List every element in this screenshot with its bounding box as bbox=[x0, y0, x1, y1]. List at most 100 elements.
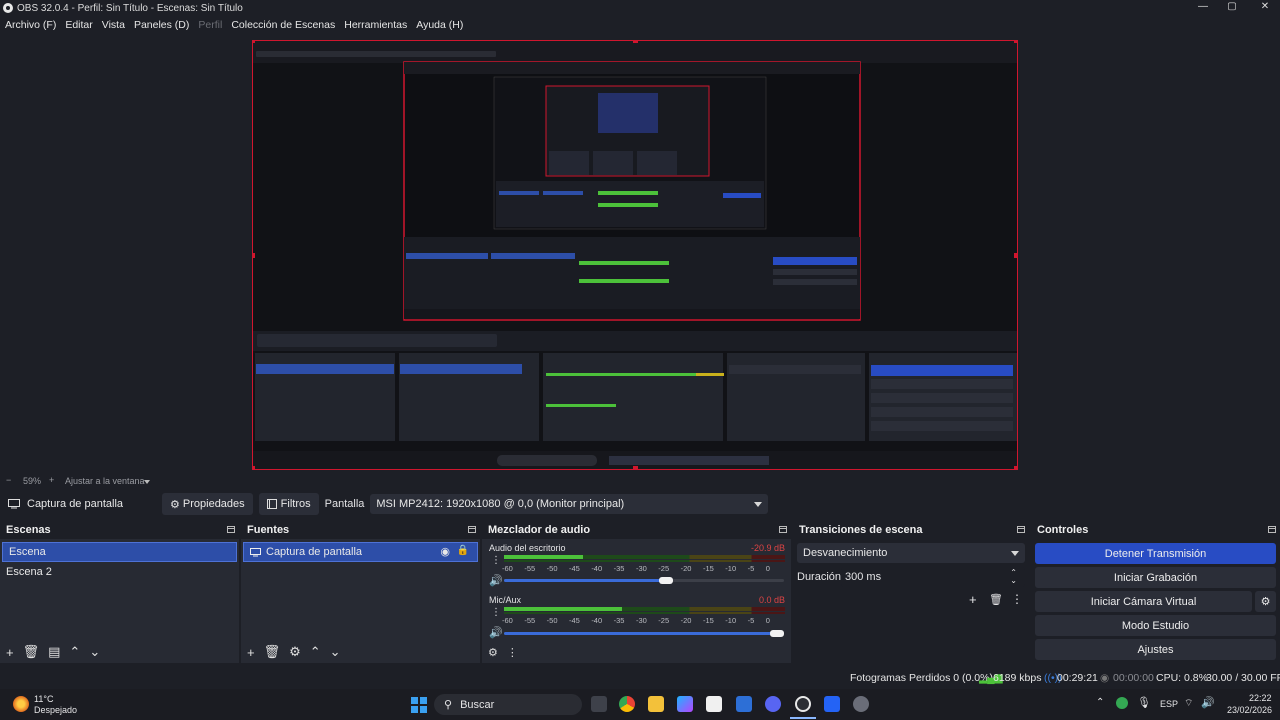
speaker-icon[interactable]: 🔊 bbox=[489, 574, 503, 587]
app-icon[interactable] bbox=[824, 696, 840, 712]
chrome-icon[interactable] bbox=[619, 696, 635, 712]
transform-handle[interactable] bbox=[1014, 253, 1017, 258]
task-view-icon[interactable] bbox=[591, 696, 607, 712]
transitions-dock: Transiciones de escena Desvanecimiento D… bbox=[793, 522, 1029, 663]
preview-canvas[interactable] bbox=[252, 40, 1018, 470]
lock-icon[interactable]: 🔒 bbox=[457, 545, 469, 556]
transition-value: Desvanecimiento bbox=[803, 547, 888, 559]
taskbar-search[interactable]: ⚲ Buscar bbox=[434, 694, 582, 715]
menu-vista[interactable]: Vista bbox=[102, 19, 125, 31]
undock-icon[interactable] bbox=[1017, 526, 1025, 533]
weather-sun-icon[interactable] bbox=[13, 696, 29, 712]
move-up-icon[interactable]: ⌃ bbox=[69, 644, 80, 660]
transition-select[interactable]: Desvanecimiento bbox=[797, 543, 1025, 563]
filters-button[interactable]: Filtros bbox=[258, 493, 319, 515]
scenes-list: Escena Escena 2 + 🗑 ▤ ⌃ ⌄ bbox=[0, 539, 239, 663]
zoom-fit-button[interactable]: Ajustar a la ventana bbox=[65, 476, 145, 486]
volume-fill bbox=[504, 632, 784, 635]
mail-icon[interactable] bbox=[736, 696, 752, 712]
meter-tick-label: -20 bbox=[680, 564, 692, 573]
kebab-menu-icon[interactable]: ⋮ bbox=[507, 646, 518, 659]
sources-list: Captura de pantalla ◉ 🔒 + 🗑 ⚙ ⌃ ⌄ bbox=[241, 539, 480, 663]
display-select[interactable]: MSI MP2412: 1920x1080 @ 0,0 (Monitor pri… bbox=[370, 494, 769, 514]
kebab-menu-icon[interactable]: ⋮ bbox=[491, 607, 501, 618]
trash-icon[interactable]: 🗑 bbox=[264, 644, 281, 660]
virtual-camera-settings-button[interactable]: ⚙ bbox=[1255, 591, 1276, 612]
zoom-out-button[interactable]: − bbox=[6, 475, 11, 485]
scene-filters-icon[interactable]: ▤ bbox=[48, 644, 60, 660]
start-recording-button[interactable]: Iniciar Grabación bbox=[1035, 567, 1276, 588]
gear-icon[interactable]: ⚙ bbox=[289, 644, 301, 660]
kebab-menu-icon[interactable]: ⋮ bbox=[491, 555, 501, 566]
window-title: OBS 32.0.4 - Perfil: Sin Título - Escena… bbox=[17, 2, 243, 14]
transform-handle[interactable] bbox=[253, 253, 255, 258]
settings-button[interactable]: Ajustes bbox=[1035, 639, 1276, 660]
menu-editar[interactable]: Editar bbox=[65, 19, 92, 31]
transform-handle[interactable] bbox=[253, 466, 255, 469]
move-down-icon[interactable]: ⌄ bbox=[89, 644, 100, 660]
controls-dock: Controles Detener Transmisión Iniciar Gr… bbox=[1031, 522, 1280, 663]
add-icon[interactable]: + bbox=[247, 645, 255, 660]
language-indicator[interactable]: ESP bbox=[1160, 699, 1178, 709]
menu-paneles[interactable]: Paneles (D) bbox=[134, 19, 189, 31]
undock-icon[interactable] bbox=[227, 526, 235, 533]
undock-icon[interactable] bbox=[1268, 526, 1276, 533]
chevron-down-icon[interactable]: ⌄ bbox=[1010, 576, 1017, 585]
duration-spinbox[interactable]: 300 ms ⌃ ⌄ bbox=[841, 567, 1025, 587]
wifi-icon[interactable]: ⌔ bbox=[1184, 697, 1193, 710]
start-virtual-camera-button[interactable]: Iniciar Cámara Virtual bbox=[1035, 591, 1252, 612]
menu-archivo[interactable]: Archivo (F) bbox=[5, 19, 56, 31]
weather-temp: 11°C bbox=[34, 694, 54, 704]
chevron-up-icon[interactable]: ⌃ bbox=[1096, 697, 1104, 708]
menu-coleccion-escenas[interactable]: Colección de Escenas bbox=[231, 19, 335, 31]
properties-button[interactable]: ⚙ Propiedades bbox=[162, 493, 253, 515]
maximize-button[interactable]: ▢ bbox=[1217, 0, 1247, 16]
volume-icon[interactable]: 🔊 bbox=[1201, 696, 1215, 709]
add-icon[interactable]: + bbox=[969, 592, 977, 607]
stop-stream-button[interactable]: Detener Transmisión bbox=[1035, 543, 1276, 564]
tray-app-icon[interactable] bbox=[1116, 697, 1128, 709]
undock-icon[interactable] bbox=[468, 526, 476, 533]
transform-handle[interactable] bbox=[633, 466, 638, 469]
transform-handle[interactable] bbox=[253, 41, 255, 43]
menu-herramientas[interactable]: Herramientas bbox=[344, 19, 407, 31]
volume-knob[interactable] bbox=[659, 577, 673, 584]
transform-handle[interactable] bbox=[1014, 41, 1017, 43]
channel-db: -20.9 dB bbox=[750, 543, 785, 553]
zoom-dropdown-icon[interactable] bbox=[144, 480, 150, 484]
sources-footer: + 🗑 ⚙ ⌃ ⌄ bbox=[241, 641, 480, 663]
clock-time[interactable]: 22:22 bbox=[1249, 693, 1272, 703]
settings-app-icon[interactable] bbox=[853, 696, 869, 712]
move-up-icon[interactable]: ⌃ bbox=[310, 644, 321, 660]
studio-mode-button[interactable]: Modo Estudio bbox=[1035, 615, 1276, 636]
transform-handle[interactable] bbox=[1014, 466, 1017, 469]
transform-handle[interactable] bbox=[633, 41, 638, 43]
source-item[interactable]: Captura de pantalla ◉ 🔒 bbox=[243, 542, 478, 562]
zoom-in-button[interactable]: + bbox=[49, 475, 54, 485]
menu-bar: Archivo (F) Editar Vista Paneles (D) Per… bbox=[0, 16, 1280, 33]
volume-knob[interactable] bbox=[770, 630, 784, 637]
discord-icon[interactable] bbox=[765, 696, 781, 712]
trash-icon[interactable]: 🗑 bbox=[23, 644, 40, 660]
move-down-icon[interactable]: ⌄ bbox=[330, 644, 341, 660]
add-icon[interactable]: + bbox=[6, 645, 14, 660]
start-windows-icon[interactable] bbox=[411, 697, 427, 713]
scene-item[interactable]: Escena 2 bbox=[0, 562, 239, 582]
obs-icon[interactable] bbox=[795, 696, 811, 712]
visibility-eye-icon[interactable]: ◉ bbox=[440, 545, 450, 558]
mixer-settings-icon[interactable]: ⚙ bbox=[488, 646, 498, 659]
trash-icon[interactable]: 🗑 bbox=[989, 593, 1003, 606]
file-explorer-icon[interactable] bbox=[648, 696, 664, 712]
minimize-button[interactable]: — bbox=[1188, 0, 1218, 16]
menu-perfil[interactable]: Perfil bbox=[198, 19, 222, 31]
clock-date[interactable]: 23/02/2026 bbox=[1227, 705, 1272, 715]
kebab-menu-icon[interactable]: ⋮ bbox=[1011, 592, 1023, 606]
speaker-icon[interactable]: 🔊 bbox=[489, 626, 503, 639]
undock-icon[interactable] bbox=[779, 526, 787, 533]
store-icon[interactable] bbox=[706, 696, 722, 712]
close-button[interactable]: ✕ bbox=[1250, 0, 1280, 16]
menu-ayuda[interactable]: Ayuda (H) bbox=[416, 19, 463, 31]
scene-item[interactable]: Escena bbox=[2, 542, 237, 562]
microphone-icon[interactable]: 🎙 bbox=[1137, 696, 1151, 709]
copilot-icon[interactable] bbox=[677, 696, 693, 712]
